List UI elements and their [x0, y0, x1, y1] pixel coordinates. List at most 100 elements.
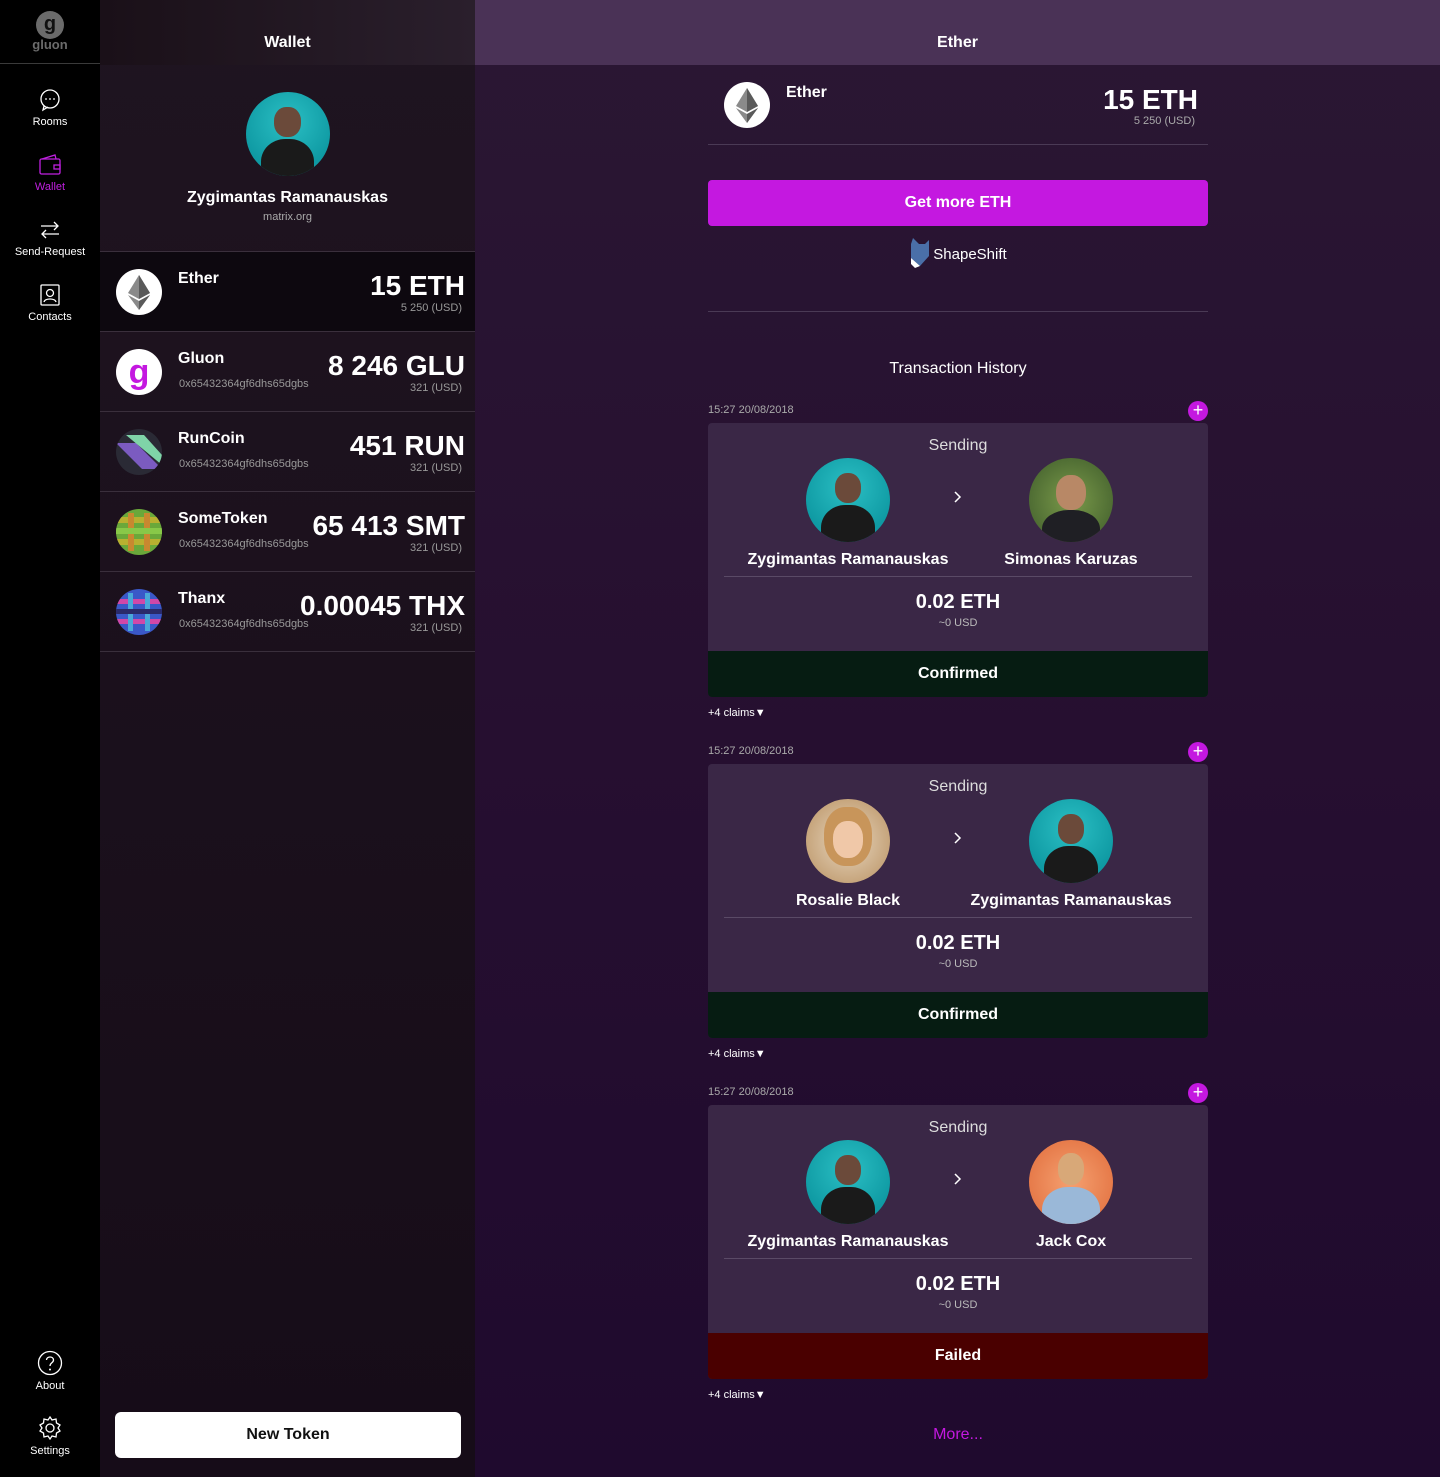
nav-item-send-request[interactable]: Send-Request — [0, 218, 100, 258]
tx-type: Sending — [928, 437, 988, 454]
recipient-name: Zygimantas Ramanauskas — [970, 892, 1172, 909]
tx-sender[interactable]: Zygimantas Ramanauskas — [728, 458, 968, 569]
more-link[interactable]: More... — [708, 1426, 1208, 1444]
token-amount: 451 RUN — [349, 430, 465, 461]
status-badge: Failed — [708, 1333, 1208, 1379]
claims-toggle[interactable]: +4 claims▼ — [708, 1048, 766, 1060]
expand-plus-icon[interactable]: + — [1188, 1083, 1208, 1103]
tx-date: 15:27 20/08/2018 — [708, 745, 794, 757]
token-address: 0x65432364gf6dhs65dgbs — [179, 538, 309, 550]
token-address: 0x65432364gf6dhs65dgbs — [179, 458, 309, 470]
token-usd: 321 (USD) — [410, 382, 462, 394]
tx-date: 15:27 20/08/2018 — [708, 404, 794, 416]
tx-amount: 0.02 ETH — [915, 932, 1001, 954]
token-name: Gluon — [178, 350, 225, 367]
main-header: Ether — [475, 0, 1440, 65]
expand-plus-icon[interactable]: + — [1188, 401, 1208, 421]
runcoin-icon — [116, 429, 162, 475]
token-usd: 321 (USD) — [410, 622, 462, 634]
summary-token-name: Ether — [786, 84, 827, 101]
token-row-sometoken[interactable]: SomeToken 0x65432364gf6dhs65dgbs 65 413 … — [100, 492, 475, 572]
get-more-eth-button[interactable]: Get more ETH — [708, 180, 1208, 226]
tx-usd: ~0 USD — [938, 958, 978, 970]
tx-sender[interactable]: Rosalie Black — [728, 799, 968, 910]
nav-label-rooms: Rooms — [32, 116, 68, 128]
gluon-logo-icon: g — [36, 11, 64, 39]
profile-card: Zygimantas Ramanauskas matrix.org — [100, 65, 475, 252]
token-name: RunCoin — [178, 430, 245, 447]
recipient-avatar — [1029, 458, 1113, 542]
sender-name: Rosalie Black — [795, 892, 901, 909]
logo-text: gluon — [32, 37, 68, 52]
token-row-thanx[interactable]: Thanx 0x65432364gf6dhs65dgbs 0.00045 THX… — [100, 572, 475, 652]
transaction-card[interactable]: Sending Zygimantas Ramanauskas Simonas K… — [708, 423, 1208, 697]
user-avatar[interactable] — [245, 92, 330, 176]
tx-amount: 0.02 ETH — [915, 591, 1001, 613]
main-title: Ether — [937, 33, 978, 51]
sender-avatar — [806, 799, 890, 883]
expand-plus-icon[interactable]: + — [1188, 742, 1208, 762]
shapeshift-logo[interactable]: ShapeShift — [909, 238, 1007, 270]
token-amount: 65 413 SMT — [312, 510, 465, 541]
transaction-card[interactable]: Sending Zygimantas Ramanauskas Jack Cox … — [708, 1105, 1208, 1379]
sidebar-nav: g gluon Rooms Wallet Send-Request Contac… — [0, 0, 100, 1477]
nav-item-contacts[interactable]: Contacts — [0, 283, 100, 323]
token-row-gluon[interactable]: g Gluon 0x65432364gf6dhs65dgbs 8 246 GLU… — [100, 332, 475, 412]
claims-toggle[interactable]: +4 claims▼ — [708, 1389, 766, 1401]
token-name: Ether — [178, 270, 219, 287]
token-address: 0x65432364gf6dhs65dgbs — [179, 378, 309, 390]
nav-item-wallet[interactable]: Wallet — [0, 153, 100, 193]
sender-avatar — [806, 1140, 890, 1224]
token-row-ether[interactable]: Ether 15 ETH 5 250 (USD) — [100, 252, 475, 332]
transaction-history-title: Transaction History — [889, 360, 1027, 377]
gluon-icon: g — [116, 349, 162, 395]
sender-name: Zygimantas Ramanauskas — [747, 1233, 949, 1250]
recipient-avatar — [1029, 1140, 1113, 1224]
profile-server: matrix.org — [263, 211, 312, 223]
token-row-runcoin[interactable]: RunCoin 0x65432364gf6dhs65dgbs 451 RUN 3… — [100, 412, 475, 492]
wallet-header: Wallet — [100, 0, 475, 65]
gluon-logo[interactable]: g gluon — [0, 0, 100, 64]
token-usd: 5 250 (USD) — [400, 302, 462, 314]
tx-recipient[interactable]: Simonas Karuzas — [951, 458, 1191, 569]
token-address: 0x65432364gf6dhs65dgbs — [179, 618, 309, 630]
divider — [724, 1258, 1192, 1259]
nav-item-settings[interactable]: Settings — [0, 1415, 100, 1457]
sender-avatar — [806, 458, 890, 542]
tx-amount: 0.02 ETH — [915, 1273, 1001, 1295]
tx-usd: ~0 USD — [938, 617, 978, 629]
nav-item-about[interactable]: About — [0, 1350, 100, 1392]
nav-label-send-request: Send-Request — [14, 246, 86, 258]
gear-icon — [39, 1415, 61, 1441]
nav-label-settings: Settings — [30, 1445, 70, 1457]
wallet-panel: Wallet Zygimantas Ramanauskas matrix.org… — [100, 0, 475, 1477]
tx-sender[interactable]: Zygimantas Ramanauskas — [728, 1140, 968, 1251]
token-summary: Ether 15 ETH 5 250 (USD) — [708, 80, 1208, 145]
tx-type: Sending — [928, 778, 988, 795]
tx-usd: ~0 USD — [938, 1299, 978, 1311]
token-amount: 15 ETH — [370, 270, 465, 301]
ethereum-icon — [724, 82, 770, 128]
shapeshift-section: ShapeShift — [708, 232, 1208, 312]
profile-name: Zygimantas Ramanauskas — [187, 189, 388, 206]
contacts-icon — [40, 284, 60, 306]
summary-usd: 5 250 (USD) — [1133, 115, 1195, 127]
recipient-name: Jack Cox — [1035, 1233, 1107, 1250]
recipient-avatar — [1029, 799, 1113, 883]
claims-toggle[interactable]: +4 claims▼ — [708, 707, 766, 719]
recipient-name: Simonas Karuzas — [1004, 551, 1138, 568]
ethereum-icon — [116, 269, 162, 315]
sender-name: Zygimantas Ramanauskas — [747, 551, 949, 568]
transaction-card[interactable]: Sending Rosalie Black Zygimantas Ramanau… — [708, 764, 1208, 1038]
status-badge: Confirmed — [708, 651, 1208, 697]
token-usd: 321 (USD) — [410, 462, 462, 474]
tx-recipient[interactable]: Jack Cox — [951, 1140, 1191, 1251]
nav-label-about: About — [35, 1380, 65, 1392]
nav-item-rooms[interactable]: Rooms — [0, 88, 100, 128]
nav-label-contacts: Contacts — [28, 311, 72, 323]
tx-date: 15:27 20/08/2018 — [708, 1086, 794, 1098]
tx-type: Sending — [928, 1119, 988, 1136]
sometoken-icon — [116, 509, 162, 555]
tx-recipient[interactable]: Zygimantas Ramanauskas — [951, 799, 1191, 910]
new-token-button[interactable]: New Token — [115, 1412, 461, 1458]
